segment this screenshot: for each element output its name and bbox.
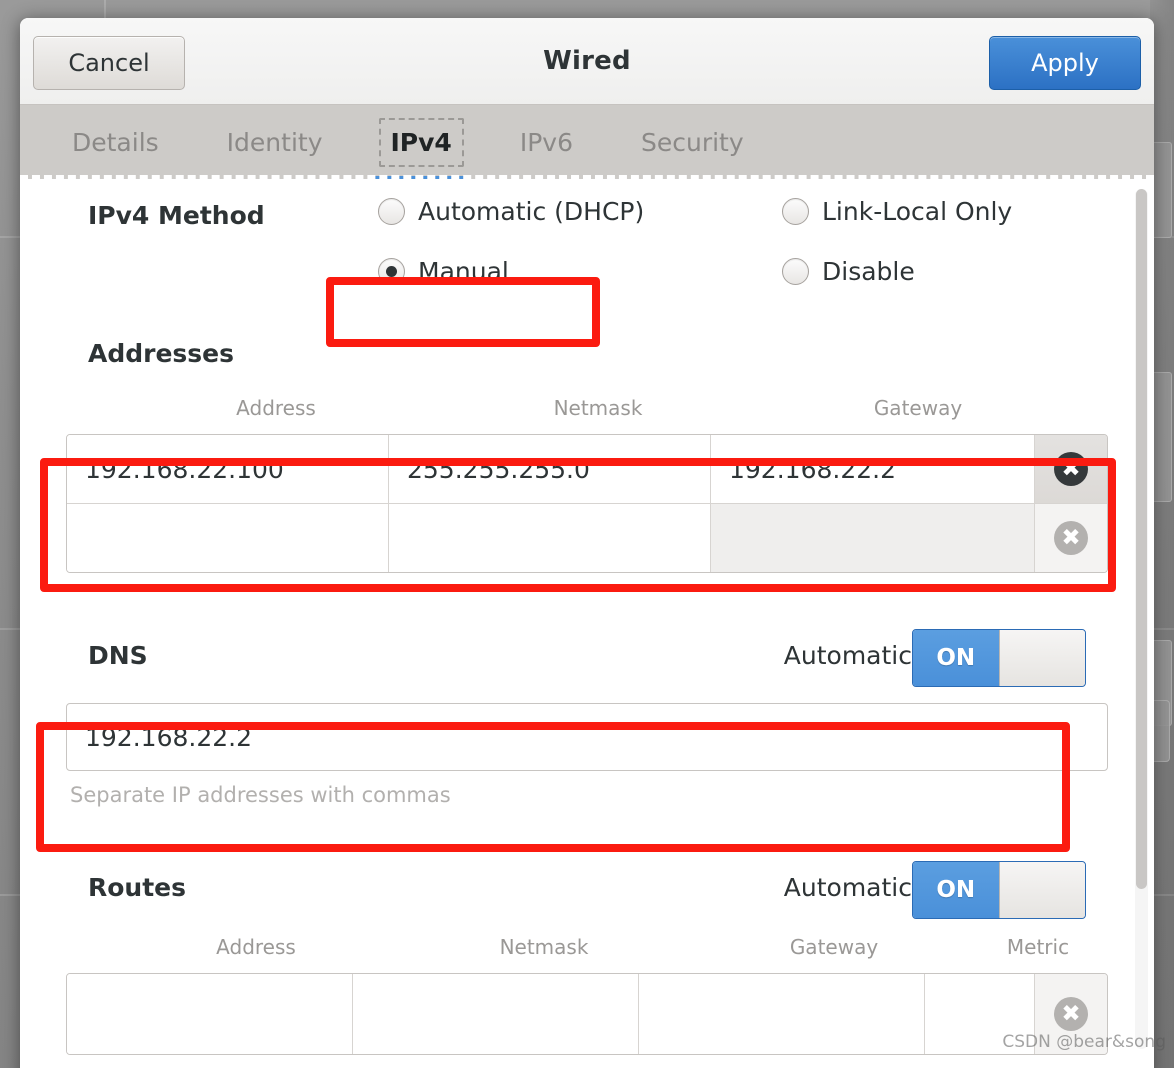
gateway-input-row1[interactable]: 192.168.22.2	[711, 435, 1035, 503]
dns-hint-text: Separate IP addresses with commas	[70, 783, 451, 807]
route-address-input-row1[interactable]	[67, 974, 353, 1054]
tab-identity[interactable]: Identity	[215, 118, 335, 167]
routes-label: Routes	[88, 873, 187, 902]
delete-row-icon: ✖	[1054, 452, 1088, 486]
address-input-row2[interactable]	[67, 504, 389, 572]
scrollbar-thumb[interactable]	[1136, 189, 1147, 889]
routes-automatic-toggle[interactable]: ON	[912, 861, 1086, 919]
tab-security[interactable]: Security	[629, 118, 756, 167]
radio-circle-icon	[782, 198, 809, 225]
radio-link-local-only[interactable]: Link-Local Only	[782, 197, 1012, 226]
dialog-title: Wired	[543, 46, 631, 76]
table-row: ✖	[67, 974, 1107, 1054]
radio-manual[interactable]: Manual	[378, 257, 509, 286]
column-header-netmask: Netmask	[553, 396, 643, 420]
radio-circle-selected-icon	[378, 258, 405, 285]
delete-row-icon: ✖	[1054, 521, 1088, 555]
radio-label: Link-Local Only	[822, 197, 1013, 226]
network-settings-dialog: Cancel Wired Apply Details Identity IPv4…	[20, 18, 1154, 1068]
toggle-knob	[998, 630, 1085, 686]
route-netmask-input-row1[interactable]	[353, 974, 639, 1054]
column-header-address: Address	[216, 935, 296, 959]
column-header-gateway: Gateway	[789, 935, 879, 959]
address-input-row1[interactable]: 192.168.22.100	[67, 435, 389, 503]
radio-circle-icon	[782, 258, 809, 285]
watermark: CSDN @bear&song	[1002, 1032, 1166, 1052]
table-row: 192.168.22.100 255.255.255.0 192.168.22.…	[67, 435, 1107, 503]
radio-label: Automatic (DHCP)	[418, 197, 645, 226]
netmask-input-row2[interactable]	[389, 504, 711, 572]
routes-automatic-label: Automatic	[783, 873, 912, 902]
column-header-metric: Metric	[1006, 935, 1070, 959]
radio-automatic-dhcp[interactable]: Automatic (DHCP)	[378, 197, 644, 226]
dialog-body: IPv4 Method Automatic (DHCP) Manual Link…	[20, 179, 1154, 1068]
addresses-column-headers: Address Netmask Gateway	[66, 396, 1108, 430]
vertical-scrollbar[interactable]	[1135, 189, 1148, 1049]
routes-column-headers: Address Netmask Gateway Metric	[66, 935, 1108, 969]
tab-details[interactable]: Details	[60, 118, 171, 167]
dns-servers-input[interactable]: 192.168.22.2	[66, 703, 1108, 771]
column-header-netmask: Netmask	[499, 935, 589, 959]
delete-row-button[interactable]: ✖	[1035, 504, 1107, 572]
dns-automatic-label: Automatic	[783, 641, 912, 670]
apply-button[interactable]: Apply	[989, 36, 1141, 90]
table-row: ✖	[67, 503, 1107, 572]
routes-table: ✖	[66, 973, 1108, 1055]
dns-label: DNS	[88, 641, 148, 670]
delete-row-icon: ✖	[1054, 997, 1088, 1031]
ipv4-method-label: IPv4 Method	[88, 201, 265, 230]
ipv4-settings-panel: IPv4 Method Automatic (DHCP) Manual Link…	[20, 179, 1154, 1055]
toggle-state-label: ON	[913, 862, 999, 918]
toggle-knob	[998, 862, 1085, 918]
column-header-gateway: Gateway	[873, 396, 963, 420]
routes-section-header: Routes Automatic ON	[66, 859, 1108, 929]
screen: Cancel Wired Apply Details Identity IPv4…	[0, 0, 1174, 1068]
radio-label: Manual	[418, 257, 509, 286]
route-gateway-input-row1[interactable]	[639, 974, 925, 1054]
radio-label: Disable	[822, 257, 915, 286]
netmask-input-row1[interactable]: 255.255.255.0	[389, 435, 711, 503]
tab-ipv4[interactable]: IPv4	[374, 117, 469, 183]
gateway-input-row2[interactable]	[711, 504, 1035, 572]
dns-automatic-toggle[interactable]: ON	[912, 629, 1086, 687]
dialog-titlebar: Cancel Wired Apply	[20, 18, 1154, 105]
addresses-label: Addresses	[88, 339, 235, 368]
radio-circle-icon	[378, 198, 405, 225]
tab-bar: Details Identity IPv4 IPv6 Security	[20, 105, 1154, 183]
dns-section-header: DNS Automatic ON	[66, 627, 1108, 697]
delete-row-button[interactable]: ✖	[1035, 435, 1107, 503]
addresses-table: 192.168.22.100 255.255.255.0 192.168.22.…	[66, 434, 1108, 573]
tab-ipv6[interactable]: IPv6	[508, 118, 585, 167]
column-header-address: Address	[236, 396, 316, 420]
toggle-state-label: ON	[913, 630, 999, 686]
radio-disable[interactable]: Disable	[782, 257, 915, 286]
ipv4-method-group: IPv4 Method Automatic (DHCP) Manual Link…	[66, 179, 1108, 309]
